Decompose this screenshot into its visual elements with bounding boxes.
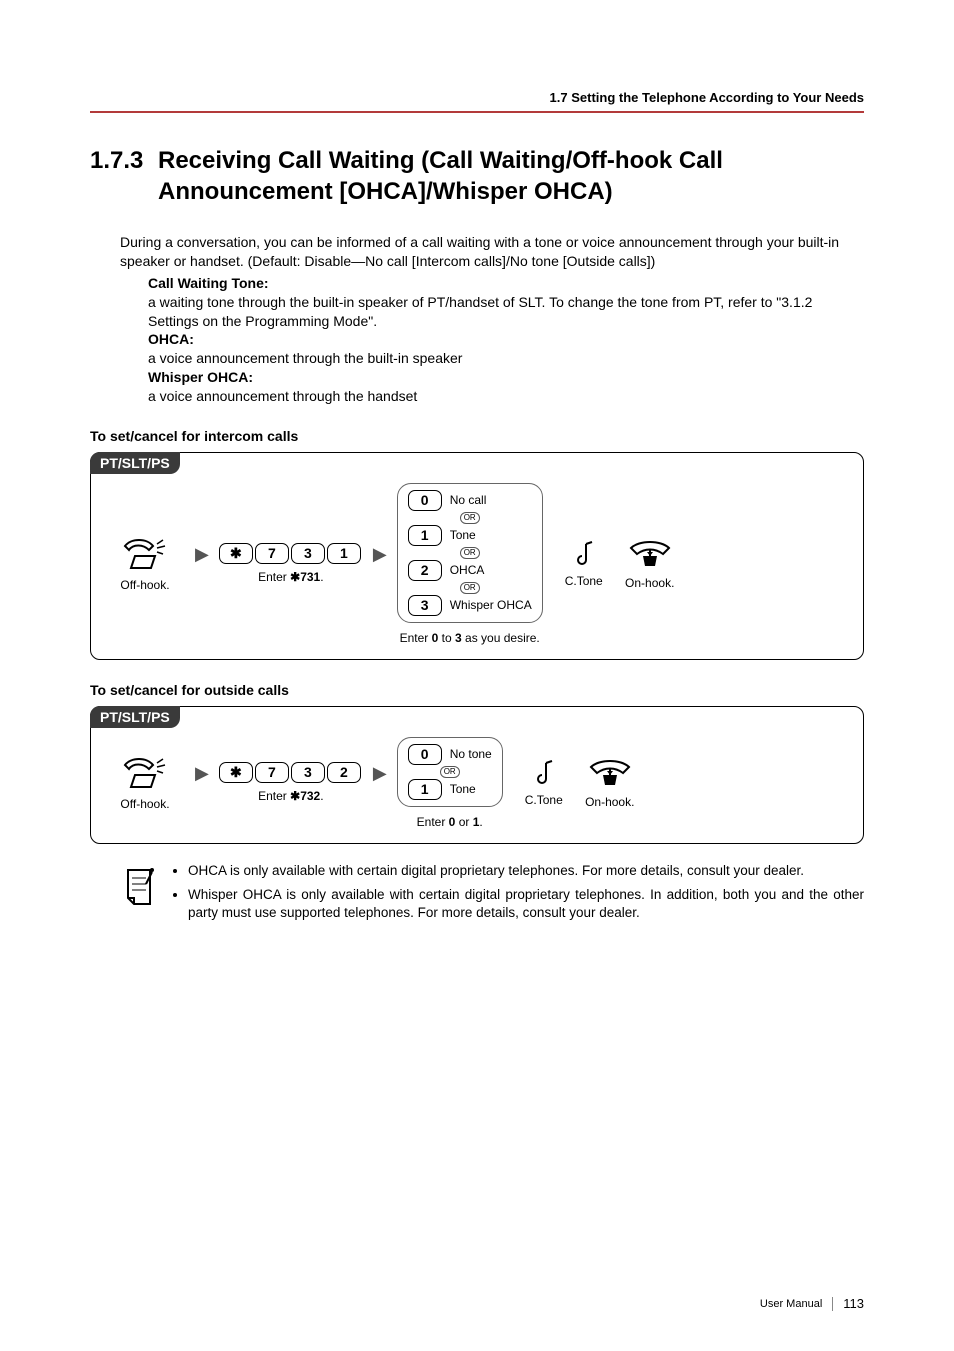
key-0: 0 [408, 490, 442, 511]
note-2: Whisper OHCA is only available with cert… [188, 886, 864, 922]
key-7: 7 [255, 543, 289, 564]
or-label: OR [460, 512, 480, 524]
page-number: 113 [843, 1296, 864, 1311]
ctone-label: C.Tone [525, 793, 563, 807]
intro-text: During a conversation, you can be inform… [120, 233, 864, 269]
def-ohca-head: OHCA: [148, 330, 864, 349]
key-3: 3 [291, 762, 325, 783]
section-number: 1.7.3 [90, 145, 158, 207]
opt2-cap-c: or [455, 815, 472, 829]
enter-prefix: Enter [258, 570, 290, 584]
opt-wohca: Whisper OHCA [450, 598, 532, 612]
key-2: 2 [408, 560, 442, 581]
offhook-icon [121, 755, 169, 791]
def-ohca-body: a voice announcement through the built-i… [148, 349, 864, 368]
offhook-label: Off-hook. [120, 578, 169, 592]
or-label: OR [460, 547, 480, 559]
enter-prefix: Enter [258, 789, 290, 803]
key-star: ✱ [219, 543, 253, 564]
device-tag: PT/SLT/PS [90, 452, 180, 474]
note-icon [120, 862, 170, 929]
footer: User Manual 113 [760, 1296, 864, 1311]
enter-731-code: 731 [300, 570, 320, 584]
opt1-cap-a: Enter [400, 631, 432, 645]
key-7: 7 [255, 762, 289, 783]
enter-suffix: . [320, 789, 323, 803]
key-0: 0 [408, 744, 442, 765]
opt2-cap-a: Enter [417, 815, 449, 829]
subhead-intercom: To set/cancel for intercom calls [90, 428, 864, 444]
onhook-icon [625, 538, 675, 570]
key-3: 3 [408, 595, 442, 616]
opt-ohca: OHCA [450, 563, 485, 577]
enter-732-code: 732 [300, 789, 320, 803]
def-wohca-head: Whisper OHCA: [148, 368, 864, 387]
subhead-outside: To set/cancel for outside calls [90, 682, 864, 698]
opt1-cap-e: as you desire. [462, 631, 540, 645]
section-title: 1.7.3 Receiving Call Waiting (Call Waiti… [90, 145, 864, 207]
device-tag: PT/SLT/PS [90, 706, 180, 728]
or-label: OR [440, 766, 460, 778]
onhook-icon [585, 757, 635, 789]
def-cwt-body: a waiting tone through the built-in spea… [148, 293, 864, 331]
key-2: 2 [327, 762, 361, 783]
ctone-label: C.Tone [565, 574, 603, 588]
footer-label: User Manual [760, 1298, 822, 1310]
ctone-icon [572, 540, 596, 568]
opt-tone: Tone [450, 782, 476, 796]
opt-notone: No tone [450, 747, 492, 761]
key-3: 3 [291, 543, 325, 564]
def-cwt-head: Call Waiting Tone: [148, 274, 864, 293]
offhook-label: Off-hook. [120, 797, 169, 811]
opt1-cap-c: to [438, 631, 455, 645]
key-star: ✱ [219, 762, 253, 783]
options-box-outside: 0 No tone OR 1 Tone [397, 737, 503, 807]
def-wohca-body: a voice announcement through the handset [148, 387, 864, 406]
onhook-label: On-hook. [625, 576, 674, 590]
section-title-line2: Announcement [OHCA]/Whisper OHCA) [158, 176, 723, 207]
or-label: OR [460, 582, 480, 594]
key-1: 1 [327, 543, 361, 564]
diagram-outside: PT/SLT/PS Off-hook. ▶ ✱732 Enter ✱732. ▶ [90, 706, 864, 844]
opt-nocall: No call [450, 493, 487, 507]
opt-tone: Tone [450, 528, 476, 542]
opt1-cap-d: 3 [455, 631, 462, 645]
note-1: OHCA is only available with certain digi… [188, 862, 864, 880]
enter-suffix: . [320, 570, 323, 584]
key-1: 1 [408, 779, 442, 800]
arrow-icon: ▶ [195, 544, 209, 565]
onhook-label: On-hook. [585, 795, 634, 809]
arrow-icon: ▶ [373, 544, 387, 565]
diagram-intercom: PT/SLT/PS Off-hook. ▶ ✱731 Enter ✱731. ▶ [90, 452, 864, 660]
arrow-icon: ▶ [373, 763, 387, 784]
key-1: 1 [408, 525, 442, 546]
breadcrumb: 1.7 Setting the Telephone According to Y… [90, 90, 864, 113]
opt2-cap-e: . [479, 815, 482, 829]
options-box-intercom: 0 No call OR 1 Tone OR 2 OHCA OR 3 Whisper O… [397, 483, 543, 623]
section-title-line1: Receiving Call Waiting (Call Waiting/Off… [158, 145, 723, 176]
offhook-icon [121, 536, 169, 572]
ctone-icon [532, 759, 556, 787]
arrow-icon: ▶ [195, 763, 209, 784]
